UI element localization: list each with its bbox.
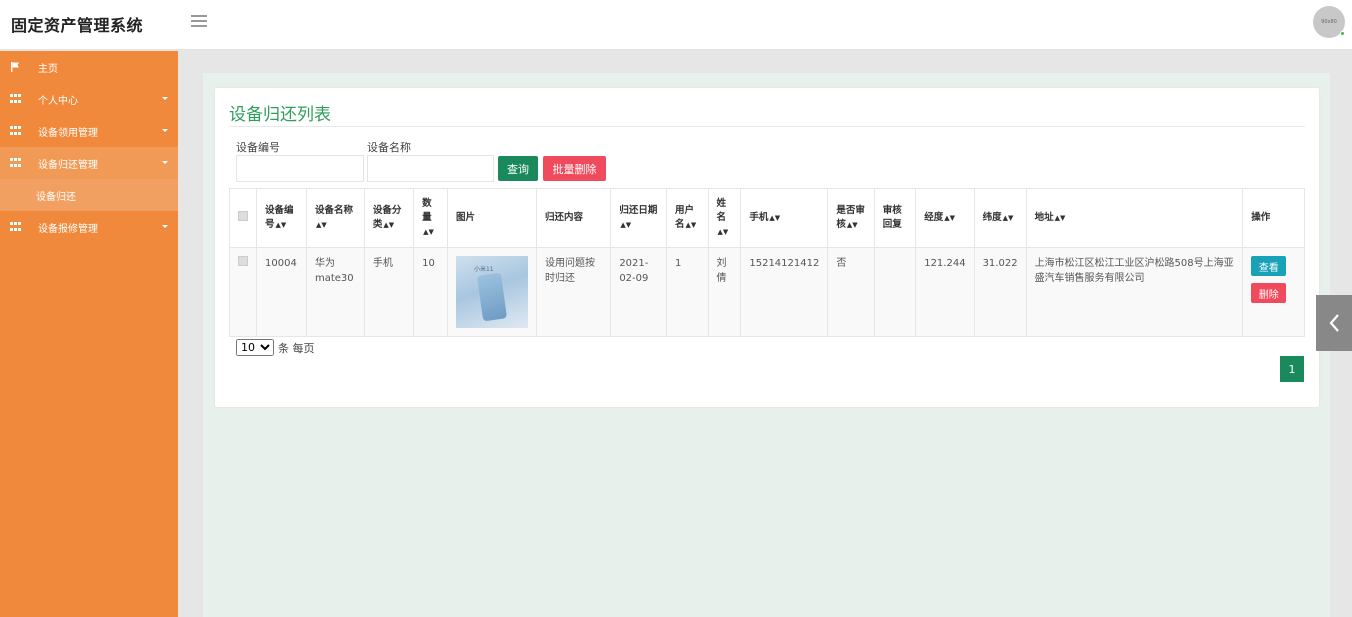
cell-lat: 31.022 xyxy=(973,247,1027,337)
query-button[interactable]: 查询 xyxy=(498,156,538,181)
batch-delete-button[interactable]: 批量删除 xyxy=(543,156,606,181)
th-reply: 审核回复 xyxy=(873,188,917,248)
page-size-control: 10 条 每页 xyxy=(236,339,315,356)
grid-icon xyxy=(10,222,21,232)
flag-icon xyxy=(11,62,19,72)
sort-icon: ▲▼ xyxy=(846,221,858,229)
sidebar: 主页 个人中心 设备领用管理 设备归还管理 设备归还 设备报修管理 xyxy=(0,51,178,617)
th-content: 归还内容 xyxy=(535,188,612,248)
cell-lng: 121.244 xyxy=(915,247,975,337)
cell-date: 2021-02-09 xyxy=(610,247,667,337)
cell-category: 手机 xyxy=(363,247,415,337)
chevron-left-icon xyxy=(1329,314,1339,332)
device-code-label: 设备编号 xyxy=(236,141,280,154)
device-image: 小米11 xyxy=(455,256,528,328)
cell-phone: 15214121412 xyxy=(740,247,829,337)
sort-icon: ▲▼ xyxy=(717,228,729,236)
cell-actions: 查看 删除 xyxy=(1242,247,1305,337)
table-row: 10004 华为mate30 手机 10 小米11 设用问题按时归还 2021-… xyxy=(229,247,1305,337)
device-code-input[interactable] xyxy=(236,155,364,182)
cell-code: 10004 xyxy=(256,247,307,337)
cell-username: 1 xyxy=(665,247,709,337)
sidebar-item-label: 主页 xyxy=(38,63,58,75)
sidebar-item-label: 设备归还管理 xyxy=(38,159,98,171)
th-name[interactable]: 设备名称▲▼ xyxy=(305,188,365,248)
cell-reply xyxy=(873,247,917,337)
caret-down-icon xyxy=(162,161,168,164)
sidebar-item-home[interactable]: 主页 xyxy=(0,51,178,83)
th-address[interactable]: 地址▲▼ xyxy=(1025,188,1244,248)
collapse-panel-tab[interactable] xyxy=(1316,295,1352,351)
th-quantity[interactable]: 数量▲▼ xyxy=(413,188,448,248)
sort-icon: ▲▼ xyxy=(1054,214,1066,222)
delete-button[interactable]: 删除 xyxy=(1251,283,1287,303)
page-size-select[interactable]: 10 xyxy=(236,339,274,356)
th-phone[interactable]: 手机▲▼ xyxy=(740,188,829,248)
cell-content: 设用问题按时归还 xyxy=(535,247,612,337)
th-reviewed[interactable]: 是否审核▲▼ xyxy=(827,188,875,248)
row-checkbox[interactable] xyxy=(238,256,248,266)
avatar-text: 90x80 xyxy=(1321,19,1337,25)
cell-address: 上海市松江区松江工业区沪松路508号上海亚盛汽车销售服务有限公司 xyxy=(1025,247,1244,337)
sidebar-item-device-return[interactable]: 设备归还管理 xyxy=(0,147,178,179)
sort-icon: ▲▼ xyxy=(944,214,955,222)
sort-icon: ▲▼ xyxy=(620,221,632,229)
cell-reviewed: 否 xyxy=(827,247,875,337)
grid-icon xyxy=(10,94,21,104)
page-title: 设备归还列表 xyxy=(229,105,331,125)
th-realname[interactable]: 姓名▲▼ xyxy=(707,188,742,248)
sort-icon: ▲▼ xyxy=(685,221,697,229)
online-status-icon xyxy=(1340,31,1345,36)
app-title: 固定资产管理系统 xyxy=(11,16,144,35)
sidebar-item-device-borrow[interactable]: 设备领用管理 xyxy=(0,115,178,147)
th-category[interactable]: 设备分类▲▼ xyxy=(363,188,415,248)
sidebar-subitem-device-return[interactable]: 设备归还 xyxy=(0,179,178,211)
avatar[interactable]: 90x80 xyxy=(1313,6,1345,38)
th-lng[interactable]: 经度▲▼ xyxy=(915,188,975,248)
cell-name: 华为mate30 xyxy=(305,247,365,337)
pagination-page-button[interactable]: 1 xyxy=(1280,356,1304,382)
page-size-suffix: 条 每页 xyxy=(278,341,315,355)
sidebar-item-device-repair[interactable]: 设备报修管理 xyxy=(0,211,178,243)
row-select-cell xyxy=(229,247,257,337)
th-date[interactable]: 归还日期▲▼ xyxy=(610,188,667,248)
title-divider xyxy=(229,126,1305,127)
grid-icon xyxy=(10,126,21,136)
phone-shape xyxy=(476,272,508,322)
cell-realname: 刘倩 xyxy=(707,247,742,337)
th-image: 图片 xyxy=(446,188,537,248)
device-name-input[interactable] xyxy=(367,155,494,182)
view-button[interactable]: 查看 xyxy=(1251,256,1287,276)
return-table: 设备编号▲▼ 设备名称▲▼ 设备分类▲▼ 数量▲▼ 图片 归还内容 归还日期▲▼… xyxy=(229,188,1305,337)
sidebar-item-label: 设备报修管理 xyxy=(38,223,98,235)
sidebar-item-label: 个人中心 xyxy=(38,95,78,107)
sidebar-item-label: 设备领用管理 xyxy=(38,127,98,139)
grid-icon xyxy=(10,158,21,168)
sort-icon: ▲▼ xyxy=(1002,214,1014,222)
top-header: 固定资产管理系统 90x80 xyxy=(0,0,1352,50)
device-name-label: 设备名称 xyxy=(367,141,411,154)
hamburger-menu-icon[interactable] xyxy=(191,15,207,29)
sort-icon: ▲▼ xyxy=(769,214,781,222)
table-header-row: 设备编号▲▼ 设备名称▲▼ 设备分类▲▼ 数量▲▼ 图片 归还内容 归还日期▲▼… xyxy=(229,188,1305,248)
sort-icon: ▲▼ xyxy=(423,228,434,236)
sidebar-item-personal-center[interactable]: 个人中心 xyxy=(0,83,178,115)
caret-down-icon xyxy=(162,129,168,132)
list-card: 设备归还列表 设备编号 设备名称 查询 批量删除 设备编号▲▼ 设备名称▲▼ 设… xyxy=(215,88,1319,407)
sort-icon: ▲▼ xyxy=(315,221,327,229)
th-code[interactable]: 设备编号▲▼ xyxy=(256,188,307,248)
th-lat[interactable]: 纬度▲▼ xyxy=(973,188,1027,248)
sort-icon: ▲▼ xyxy=(383,221,395,229)
select-all-checkbox[interactable] xyxy=(238,210,248,221)
cell-quantity: 10 xyxy=(413,247,448,337)
caret-down-icon xyxy=(162,97,168,100)
select-all-cell xyxy=(229,188,257,248)
cell-image: 小米11 xyxy=(446,247,537,337)
th-actions: 操作 xyxy=(1242,188,1305,248)
th-username[interactable]: 用户名▲▼ xyxy=(665,188,709,248)
caret-down-icon xyxy=(162,225,168,228)
sort-icon: ▲▼ xyxy=(275,221,287,229)
